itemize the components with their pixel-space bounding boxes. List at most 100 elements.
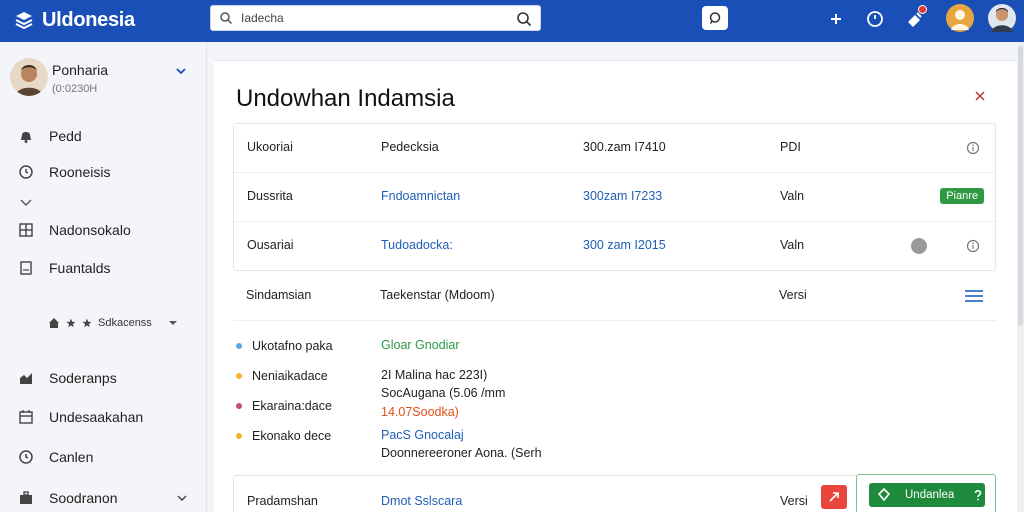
person-icon xyxy=(951,10,969,30)
star-icon xyxy=(66,318,76,328)
action-row: Pradamshan Dmot Sslscara Versi Undanlea xyxy=(233,474,996,512)
legend-value-extra: 14.07Soodka) xyxy=(381,405,459,419)
layers-icon xyxy=(15,12,33,30)
legend-value: Gloar Gnodiar xyxy=(381,338,460,352)
table-link[interactable]: Fndoamnictan xyxy=(381,189,460,203)
table-cell: Sindamsian xyxy=(246,288,312,302)
list-item: Ekonako dece xyxy=(236,426,331,446)
primary-action-button[interactable]: Undanlea xyxy=(869,483,985,507)
brand-name: Uldonesia xyxy=(42,8,135,31)
caret-down-icon[interactable] xyxy=(168,318,178,328)
sidebar-item-label: Fuantalds xyxy=(49,260,111,276)
summary-row[interactable]: Sindamsian Taekenstar (Mdoom) Versi xyxy=(233,272,996,321)
add-button[interactable] xyxy=(826,9,846,29)
table-link[interactable]: Dmot Sslscara xyxy=(381,494,462,508)
chat-button[interactable] xyxy=(702,6,728,30)
notifications-button[interactable] xyxy=(905,5,927,29)
bell-icon xyxy=(21,132,31,143)
table-row[interactable]: Dussrita Fndoamnictan 300zam I7233 Valn … xyxy=(234,173,995,222)
search-bar[interactable] xyxy=(210,5,541,31)
home-icon xyxy=(49,318,59,328)
table-cell: Ousariai xyxy=(247,238,294,252)
brand[interactable]: Uldonesia xyxy=(14,6,135,34)
status-dot xyxy=(911,238,927,254)
table-cell: 300zam I7233 xyxy=(583,189,663,203)
legend-dot xyxy=(236,373,242,379)
main-panel: Undowhan Indamsia Ukooriai Pedecksia 300… xyxy=(214,60,1017,512)
legend-dot xyxy=(236,433,242,439)
table-cell: Dussrita xyxy=(247,189,293,203)
table-cell: Ukooriai xyxy=(247,140,293,154)
sidebar-item-0[interactable]: Pedd xyxy=(18,126,198,146)
sidebar-item-label: Soderanps xyxy=(49,370,117,386)
page-title: Undowhan Indamsia xyxy=(236,85,455,112)
search-small-icon xyxy=(220,12,233,25)
person-photo-icon xyxy=(988,4,1016,32)
notification-dot xyxy=(918,5,927,14)
delete-button[interactable] xyxy=(821,485,847,509)
info-icon[interactable] xyxy=(966,239,980,253)
records-table: Ukooriai Pedecksia 300.zam I7410 PDI Dus… xyxy=(233,123,996,271)
sidebar: Ponharia (0:0230H Pedd Rooneisis Nadonso… xyxy=(0,42,207,512)
sidebar-subrow-label: Sdkacenss xyxy=(98,317,152,329)
sidebar-item-1[interactable]: Rooneisis xyxy=(18,162,198,182)
sidebar-item-label: Nadonsokalo xyxy=(49,222,131,238)
table-cell: Taekenstar (Mdoom) xyxy=(380,288,495,302)
list-icon[interactable] xyxy=(965,289,983,303)
briefcase-icon xyxy=(20,491,32,504)
plus-icon xyxy=(831,14,841,24)
sidebar-item-5[interactable]: Undesaakahan xyxy=(18,407,198,427)
document-icon xyxy=(20,261,32,275)
legend-dot xyxy=(236,343,242,349)
scroll-thumb[interactable] xyxy=(1018,46,1023,326)
profile-card[interactable]: Ponharia (0:0230H xyxy=(8,58,198,102)
profile-name: Ponharia xyxy=(52,62,109,78)
table-cell: 300 zam I2015 xyxy=(583,238,666,252)
top-bar: Uldonesia xyxy=(0,0,1024,42)
chevron-down-icon[interactable] xyxy=(18,196,34,210)
sidebar-item-6[interactable]: Canlen xyxy=(18,447,198,467)
table-cell: 300.zam I7410 xyxy=(583,140,666,154)
search-input[interactable] xyxy=(241,11,511,25)
sidebar-item-label: Pedd xyxy=(49,128,82,144)
legend-value: PacS Gnocalaj xyxy=(381,428,464,442)
primary-action-wrapper: Undanlea xyxy=(856,474,996,512)
legend-value-extra: Doonnereeroner Aona. (Serh xyxy=(381,446,542,460)
sidebar-item-2[interactable]: Nadonsokalo xyxy=(18,220,198,240)
legend-label: Neniaikadace xyxy=(252,369,328,383)
table-link[interactable]: Tudoadocka: xyxy=(381,238,453,252)
table-row[interactable]: Ukooriai Pedecksia 300.zam I7410 PDI xyxy=(234,124,995,173)
legend-value: 2I Malina hac 223I) xyxy=(381,368,488,382)
table-cell: Pedecksia xyxy=(381,140,439,154)
close-icon[interactable] xyxy=(973,89,987,103)
pdf-label[interactable]: PDI xyxy=(780,140,801,154)
status-badge[interactable]: Pianre xyxy=(940,188,984,204)
user-avatar[interactable] xyxy=(988,4,1016,32)
sidebar-item-3[interactable]: Fuantalds xyxy=(18,258,198,278)
legend-label: Ukotafno paka xyxy=(252,339,333,353)
user-avatar-orange[interactable] xyxy=(946,4,974,32)
table-cell: Versi xyxy=(779,288,807,302)
list-item: Ekaraina:dace xyxy=(236,396,332,416)
sidebar-item-7[interactable]: Soodranon xyxy=(18,488,198,508)
list-item: Neniaikadace xyxy=(236,366,328,386)
clock-icon xyxy=(19,450,33,464)
grid-icon xyxy=(19,223,33,237)
search-icon[interactable] xyxy=(516,11,532,27)
chevron-down-icon[interactable] xyxy=(176,492,188,504)
sidebar-item-4[interactable]: Soderanps xyxy=(18,368,198,388)
legend-dot xyxy=(236,403,242,409)
help-icon xyxy=(974,489,982,501)
timer-button[interactable] xyxy=(865,9,885,29)
sidebar-item-label: Undesaakahan xyxy=(49,409,144,425)
chevron-down-icon[interactable] xyxy=(174,64,188,78)
legend-value: SocAugana (5.06 /mm xyxy=(381,386,506,400)
person-photo-icon xyxy=(10,58,48,96)
table-cell: Valn xyxy=(780,189,805,203)
profile-avatar[interactable] xyxy=(10,58,48,96)
table-row[interactable]: Ousariai Tudoadocka: 300 zam I2015 Valn xyxy=(234,222,995,271)
list-item: Ukotafno paka xyxy=(236,336,333,356)
scrollbar[interactable] xyxy=(1017,42,1024,512)
sidebar-subrow[interactable]: Sdkacenss xyxy=(48,314,193,332)
info-icon[interactable] xyxy=(966,141,980,155)
